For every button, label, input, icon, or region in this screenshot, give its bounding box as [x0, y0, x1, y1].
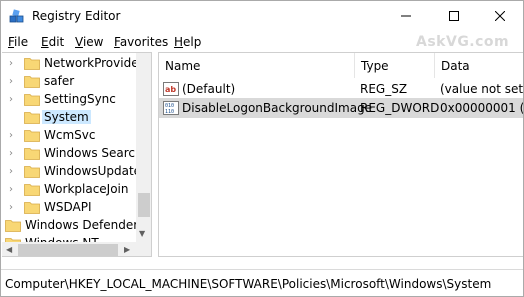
tree-item-label: SettingSync — [44, 92, 116, 106]
folder-icon — [24, 130, 40, 142]
close-button[interactable] — [477, 1, 523, 31]
menu-file[interactable]: File — [8, 35, 28, 49]
tree-item-settingsync[interactable]: › SettingSync — [2, 91, 136, 109]
menu-edit[interactable]: Edit — [41, 35, 64, 49]
chevron-right-icon[interactable]: › — [9, 148, 19, 160]
tree-item-windows-search[interactable]: › Windows Search — [2, 145, 143, 163]
current-key-path: Computer\HKEY_LOCAL_MACHINE\SOFTWARE\Pol… — [5, 277, 492, 291]
svg-text:110: 110 — [165, 109, 174, 115]
chevron-right-icon[interactable]: › — [9, 184, 19, 196]
value-row-default[interactable]: ab (Default) REG_SZ (value not set) — [159, 79, 523, 99]
folder-icon — [24, 76, 40, 88]
chevron-right-icon[interactable]: › — [9, 94, 19, 106]
column-header-type-label: Type — [361, 59, 389, 73]
svg-text:ab: ab — [165, 85, 176, 94]
chevron-right-icon[interactable]: › — [9, 58, 19, 70]
menu-view[interactable]: View — [75, 35, 103, 49]
tree-item-label: WindowsUpdate — [44, 164, 142, 178]
folder-icon — [24, 112, 40, 124]
window-title: Registry Editor — [32, 9, 121, 23]
chevron-right-icon[interactable]: › — [9, 166, 19, 178]
folder-icon — [5, 220, 21, 232]
tree-item-wcmsvc[interactable]: › WcmSvc — [2, 127, 136, 145]
minimize-icon — [401, 15, 411, 17]
value-type: REG_DWORD — [360, 101, 440, 115]
chevron-right-icon[interactable]: › — [9, 202, 19, 214]
tree-item-label: Windows Search — [44, 146, 143, 160]
tree-horizontal-scrollbar[interactable]: ◀ ▶ — [2, 242, 151, 256]
folder-icon — [24, 94, 40, 106]
value-row-disablelogonbackgroundimage[interactable]: 010 110 DisableLogonBackgroundImage REG_… — [159, 98, 523, 118]
tree-item-safer[interactable]: › safer — [2, 73, 136, 91]
tree-vscroll-thumb[interactable] — [138, 193, 150, 217]
tree-item-label: Windows Defender — [25, 218, 139, 232]
values-list[interactable]: Name Type Data ab (Default) REG_SZ (valu… — [158, 52, 523, 257]
watermark: AskVG.com — [416, 34, 510, 50]
folder-icon — [24, 166, 40, 178]
tree-item-label: NetworkProvider — [44, 56, 144, 70]
tree-item-label: safer — [44, 74, 75, 88]
column-header-data-label: Data — [441, 59, 470, 73]
tree-hscroll-thumb[interactable] — [18, 244, 118, 256]
tree-item-system[interactable]: System — [2, 109, 136, 127]
registry-editor-icon — [9, 9, 24, 23]
tree-item-windows-defender[interactable]: Windows Defender — [2, 217, 138, 235]
tree-item-label: WcmSvc — [44, 128, 96, 142]
column-header-data[interactable]: Data — [435, 53, 523, 78]
tree-item-label: System — [42, 110, 91, 124]
tree-item-networkprovider[interactable]: › NetworkProvider — [2, 55, 144, 73]
scroll-right-arrow-icon[interactable]: ▶ — [124, 245, 130, 254]
key-tree[interactable]: › NetworkProvider › safer › SettingSync System… — [2, 52, 152, 257]
value-type: REG_SZ — [360, 82, 408, 96]
scrollbar-corner — [136, 242, 151, 256]
folder-icon — [24, 202, 40, 214]
minimize-button[interactable] — [383, 1, 429, 31]
tree-vertical-scrollbar[interactable]: ▼ — [136, 53, 151, 242]
tree-item-workplacejoin[interactable]: › WorkplaceJoin — [2, 181, 136, 199]
folder-icon — [24, 184, 40, 196]
menu-help[interactable]: Help — [174, 35, 201, 49]
string-value-icon: ab — [163, 82, 179, 96]
chevron-right-icon[interactable]: › — [9, 76, 19, 88]
binary-value-icon: 010 110 — [163, 101, 179, 115]
value-name: DisableLogonBackgroundImage — [182, 101, 373, 115]
tree-item-label: WSDAPI — [44, 200, 92, 214]
tree-item-wsdapi[interactable]: › WSDAPI — [2, 199, 136, 217]
registry-editor-window: Registry Editor AskVG.com File Edit View… — [0, 0, 524, 297]
menu-bar: File Edit View Favorites Help — [1, 32, 401, 52]
column-header-name-label: Name — [165, 59, 201, 73]
menu-favorites[interactable]: Favorites — [114, 35, 168, 49]
status-bar: Computer\HKEY_LOCAL_MACHINE\SOFTWARE\Pol… — [1, 269, 523, 296]
column-header-type[interactable]: Type — [355, 53, 435, 78]
tree-item-windowsupdate[interactable]: › WindowsUpdate — [2, 163, 141, 181]
scroll-down-arrow-icon[interactable]: ▼ — [139, 229, 145, 238]
chevron-right-icon[interactable]: › — [9, 130, 19, 142]
column-header-name[interactable]: Name — [159, 53, 355, 78]
folder-icon — [24, 148, 40, 160]
value-data: 0x00000001 (1) — [440, 101, 523, 115]
tree-item-label: WorkplaceJoin — [44, 182, 129, 196]
folder-icon — [24, 58, 40, 70]
maximize-icon — [449, 11, 459, 21]
title-bar[interactable]: Registry Editor — [1, 1, 523, 32]
value-data: (value not set) — [440, 82, 523, 96]
close-icon — [495, 11, 505, 21]
maximize-button[interactable] — [431, 1, 477, 31]
scroll-left-arrow-icon[interactable]: ◀ — [6, 245, 12, 254]
value-name: (Default) — [182, 82, 236, 96]
